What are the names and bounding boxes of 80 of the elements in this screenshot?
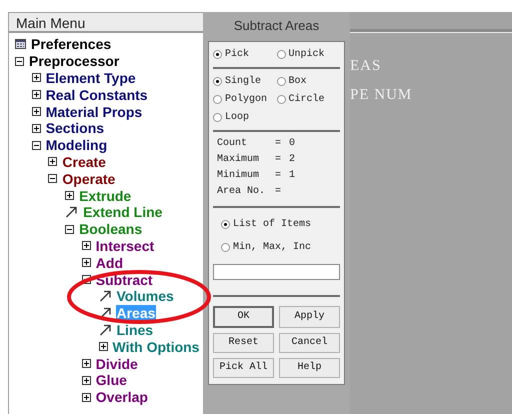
expand-icon[interactable] <box>32 107 41 116</box>
arrow-icon <box>98 290 112 302</box>
radio-label[interactable]: Pick <box>225 46 250 62</box>
radio-button[interactable] <box>213 50 222 58</box>
expand-icon[interactable] <box>32 90 41 100</box>
menu-item[interactable]: Create <box>61 154 107 170</box>
menu-item[interactable]: Volumes <box>116 288 175 304</box>
equals-sign: = <box>275 152 282 166</box>
menu-item[interactable]: With Options <box>112 338 200 355</box>
expand-icon[interactable] <box>82 258 91 268</box>
readout-label: Area No. <box>217 184 266 198</box>
collapse-icon[interactable] <box>48 174 58 184</box>
dialog-button[interactable]: Help <box>279 358 340 378</box>
menu-item[interactable]: Lines <box>116 322 154 338</box>
menu-item[interactable]: Extend Line <box>82 204 164 220</box>
form-icon <box>15 39 26 50</box>
dialog-button[interactable]: Cancel <box>279 332 340 352</box>
menu-item[interactable]: Preprocessor <box>28 53 120 70</box>
radio-label[interactable]: Loop <box>225 110 250 124</box>
readout-value: 0 <box>289 136 296 150</box>
menu-item[interactable]: Modeling <box>44 137 108 154</box>
collapse-icon[interactable] <box>15 56 24 66</box>
radio-label[interactable]: Single <box>225 74 262 88</box>
expand-icon[interactable] <box>32 124 41 133</box>
equals-sign: = <box>275 184 282 198</box>
menu-item[interactable]: Divide <box>94 356 139 372</box>
radio-label[interactable]: List of Items <box>233 216 312 232</box>
menu-item[interactable]: Overlap <box>94 389 149 406</box>
radio-button[interactable] <box>221 242 230 252</box>
menu-item[interactable]: Add <box>94 254 124 271</box>
radio-button[interactable] <box>213 94 222 104</box>
expand-icon[interactable] <box>82 376 91 385</box>
menu-item[interactable]: Material Props <box>44 104 144 120</box>
radio-label[interactable]: Unpick <box>288 46 325 62</box>
dialog-button[interactable]: OK <box>213 306 274 328</box>
readout-label: Minimum <box>217 168 260 182</box>
menu-item[interactable]: Preferences <box>30 36 112 52</box>
radio-button[interactable] <box>276 94 286 104</box>
radio-label[interactable]: Box <box>288 74 307 88</box>
menu-item[interactable]: Operate <box>61 170 116 187</box>
panel-title: Main Menu <box>9 12 203 33</box>
radio-label[interactable]: Polygon <box>225 92 268 106</box>
equals-sign: = <box>275 168 282 182</box>
expand-icon[interactable] <box>82 241 91 250</box>
readout-value: 2 <box>289 152 296 166</box>
radio-label[interactable]: Min, Max, Inc <box>233 240 312 254</box>
readout-label: Count <box>217 136 248 150</box>
graphics-text: EAS <box>350 57 382 76</box>
menu-item[interactable]: Booleans <box>78 221 144 238</box>
dialog-button[interactable]: Apply <box>279 306 340 328</box>
arrow-icon <box>65 206 78 218</box>
graphics-text: PE NUM <box>350 86 414 105</box>
equals-sign: = <box>275 136 282 150</box>
expand-icon[interactable] <box>32 73 41 82</box>
menu-item[interactable]: Glue <box>94 372 128 388</box>
collapse-icon[interactable] <box>32 140 41 150</box>
expand-icon[interactable] <box>65 191 74 200</box>
collapse-icon[interactable] <box>65 224 74 234</box>
dialog-button[interactable]: Reset <box>213 332 274 352</box>
radio-button[interactable] <box>276 50 286 58</box>
radio-button[interactable] <box>221 220 230 228</box>
input-field[interactable] <box>213 264 340 280</box>
menu-item[interactable]: Intersect <box>94 238 156 254</box>
radio-button[interactable] <box>276 76 286 86</box>
readout-value: 1 <box>289 168 296 182</box>
radio-button[interactable] <box>213 76 222 86</box>
expand-icon[interactable] <box>82 359 91 368</box>
expand-icon[interactable] <box>98 342 108 352</box>
expand-icon[interactable] <box>82 392 91 402</box>
menu-item[interactable]: Extrude <box>78 188 132 204</box>
menu-item[interactable]: Element Type <box>44 70 137 86</box>
arrow-icon <box>98 324 112 336</box>
readout-label: Maximum <box>217 152 260 166</box>
menu-item[interactable]: Real Constants <box>44 86 149 103</box>
menu-item[interactable]: Sections <box>44 120 106 136</box>
expand-icon[interactable] <box>48 157 58 166</box>
radio-label[interactable]: Circle <box>288 92 325 106</box>
radio-button[interactable] <box>213 112 222 122</box>
dialog-title: Subtract Areas <box>232 17 320 35</box>
dialog-button[interactable]: Pick All <box>213 358 274 378</box>
